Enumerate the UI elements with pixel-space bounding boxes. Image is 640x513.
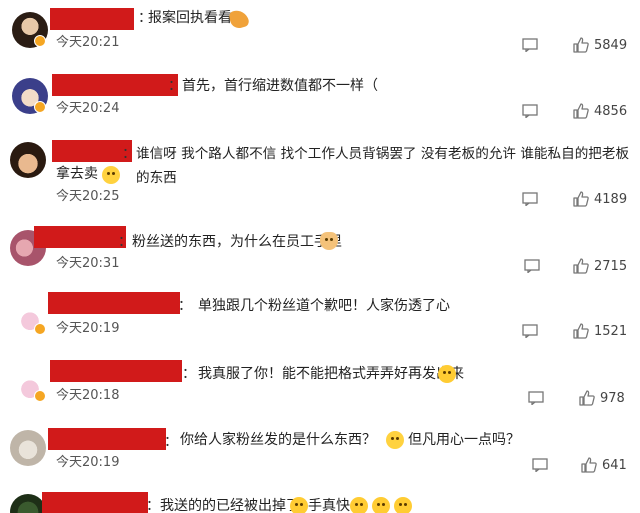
comment-time: 今天20:24 [56, 101, 120, 116]
colon: ： [164, 434, 178, 450]
redacted-username [48, 428, 166, 450]
like-count: 978 [600, 390, 625, 406]
colon: ： [182, 366, 196, 382]
comment-text: 首先，首行缩进数值都不一样（ [182, 78, 378, 94]
scream-emoji [386, 431, 404, 449]
comment-text-line2: 拿去卖 [56, 166, 98, 182]
like-button[interactable]: 2715 [572, 257, 627, 275]
reply-icon[interactable] [522, 38, 538, 52]
reply-icon[interactable] [528, 391, 544, 405]
like-count: 4189 [594, 191, 628, 207]
smirk-emoji [102, 166, 120, 184]
thumbs-up-icon [581, 457, 597, 473]
like-button[interactable]: 978 [578, 389, 625, 407]
cat-emoji [320, 232, 338, 250]
like-button[interactable]: 641 [580, 456, 627, 474]
comment-text-part2: 但凡用心一点吗？ [408, 432, 520, 448]
like-button[interactable]: 4189 [572, 190, 627, 208]
comment-time: 今天20:18 [56, 388, 120, 403]
thumbs-up-icon [573, 103, 589, 119]
cry-emoji [394, 497, 412, 513]
verified-badge-icon [34, 35, 46, 47]
cry-emoji [350, 497, 368, 513]
redacted-username [50, 8, 134, 30]
verified-badge-icon [34, 390, 46, 402]
thumbs-up-icon [579, 390, 595, 406]
redacted-username [52, 74, 178, 96]
like-button[interactable]: 1521 [572, 322, 627, 340]
verified-badge-icon [34, 101, 46, 113]
reply-icon[interactable] [522, 104, 538, 118]
comment-time: 今天20:21 [56, 35, 120, 50]
comment-text: 报案回执看看 [148, 10, 232, 26]
redacted-username [34, 226, 126, 248]
like-button[interactable]: 4856 [572, 102, 627, 120]
like-count: 2715 [594, 258, 628, 274]
thumbs-up-icon [573, 191, 589, 207]
like-button[interactable]: 5849 [572, 36, 627, 54]
colon: ： [168, 78, 182, 94]
redacted-username [52, 140, 132, 162]
like-count: 1521 [594, 323, 628, 339]
colon: ： [118, 234, 132, 250]
like-count: 5849 [594, 37, 628, 53]
reply-icon[interactable] [522, 192, 538, 206]
reply-icon[interactable] [524, 259, 540, 273]
thumbs-up-icon [573, 37, 589, 53]
comment-text-part2: 手真快 [308, 498, 350, 513]
redacted-username [50, 360, 182, 382]
like-count: 4856 [594, 103, 628, 119]
comment-text: 你给人家粉丝发的是什么东西？ [180, 432, 376, 448]
comment-time: 今天20:19 [56, 321, 120, 336]
colon: ： [122, 146, 136, 162]
comment-time: 今天20:25 [56, 189, 120, 204]
redacted-username [48, 292, 180, 314]
thumbs-up-icon [573, 258, 589, 274]
reply-icon[interactable] [522, 324, 538, 338]
comment-text: 谁信呀 我个路人都不信 找个工作人员背锅罢了 没有老板的允许 谁能私自的把老板的… [136, 146, 630, 186]
comment-time: 今天20:31 [56, 256, 120, 271]
comment-text: 我真服了你！能不能把格式弄弄好再发出来 [198, 366, 464, 382]
colon: ： [146, 498, 160, 513]
colon: ： [178, 298, 192, 314]
avatar[interactable] [10, 494, 46, 513]
laugh-cry-emoji [438, 365, 456, 383]
comment-text: 我送的的已经被出掉了 [160, 498, 300, 513]
reply-icon[interactable] [532, 458, 548, 472]
avatar[interactable] [10, 430, 46, 466]
cry-emoji [372, 497, 390, 513]
cry-emoji [290, 497, 308, 513]
redacted-username [42, 492, 148, 513]
comment-text: 单独跟几个粉丝道个歉吧！人家伤透了心 [198, 298, 450, 314]
like-count: 641 [602, 457, 627, 473]
avatar[interactable] [10, 142, 46, 178]
comment-text: 粉丝送的东西，为什么在员工手里 [132, 234, 342, 250]
verified-badge-icon [34, 323, 46, 335]
thumbs-up-icon [573, 323, 589, 339]
comment-time: 今天20:19 [56, 455, 120, 470]
